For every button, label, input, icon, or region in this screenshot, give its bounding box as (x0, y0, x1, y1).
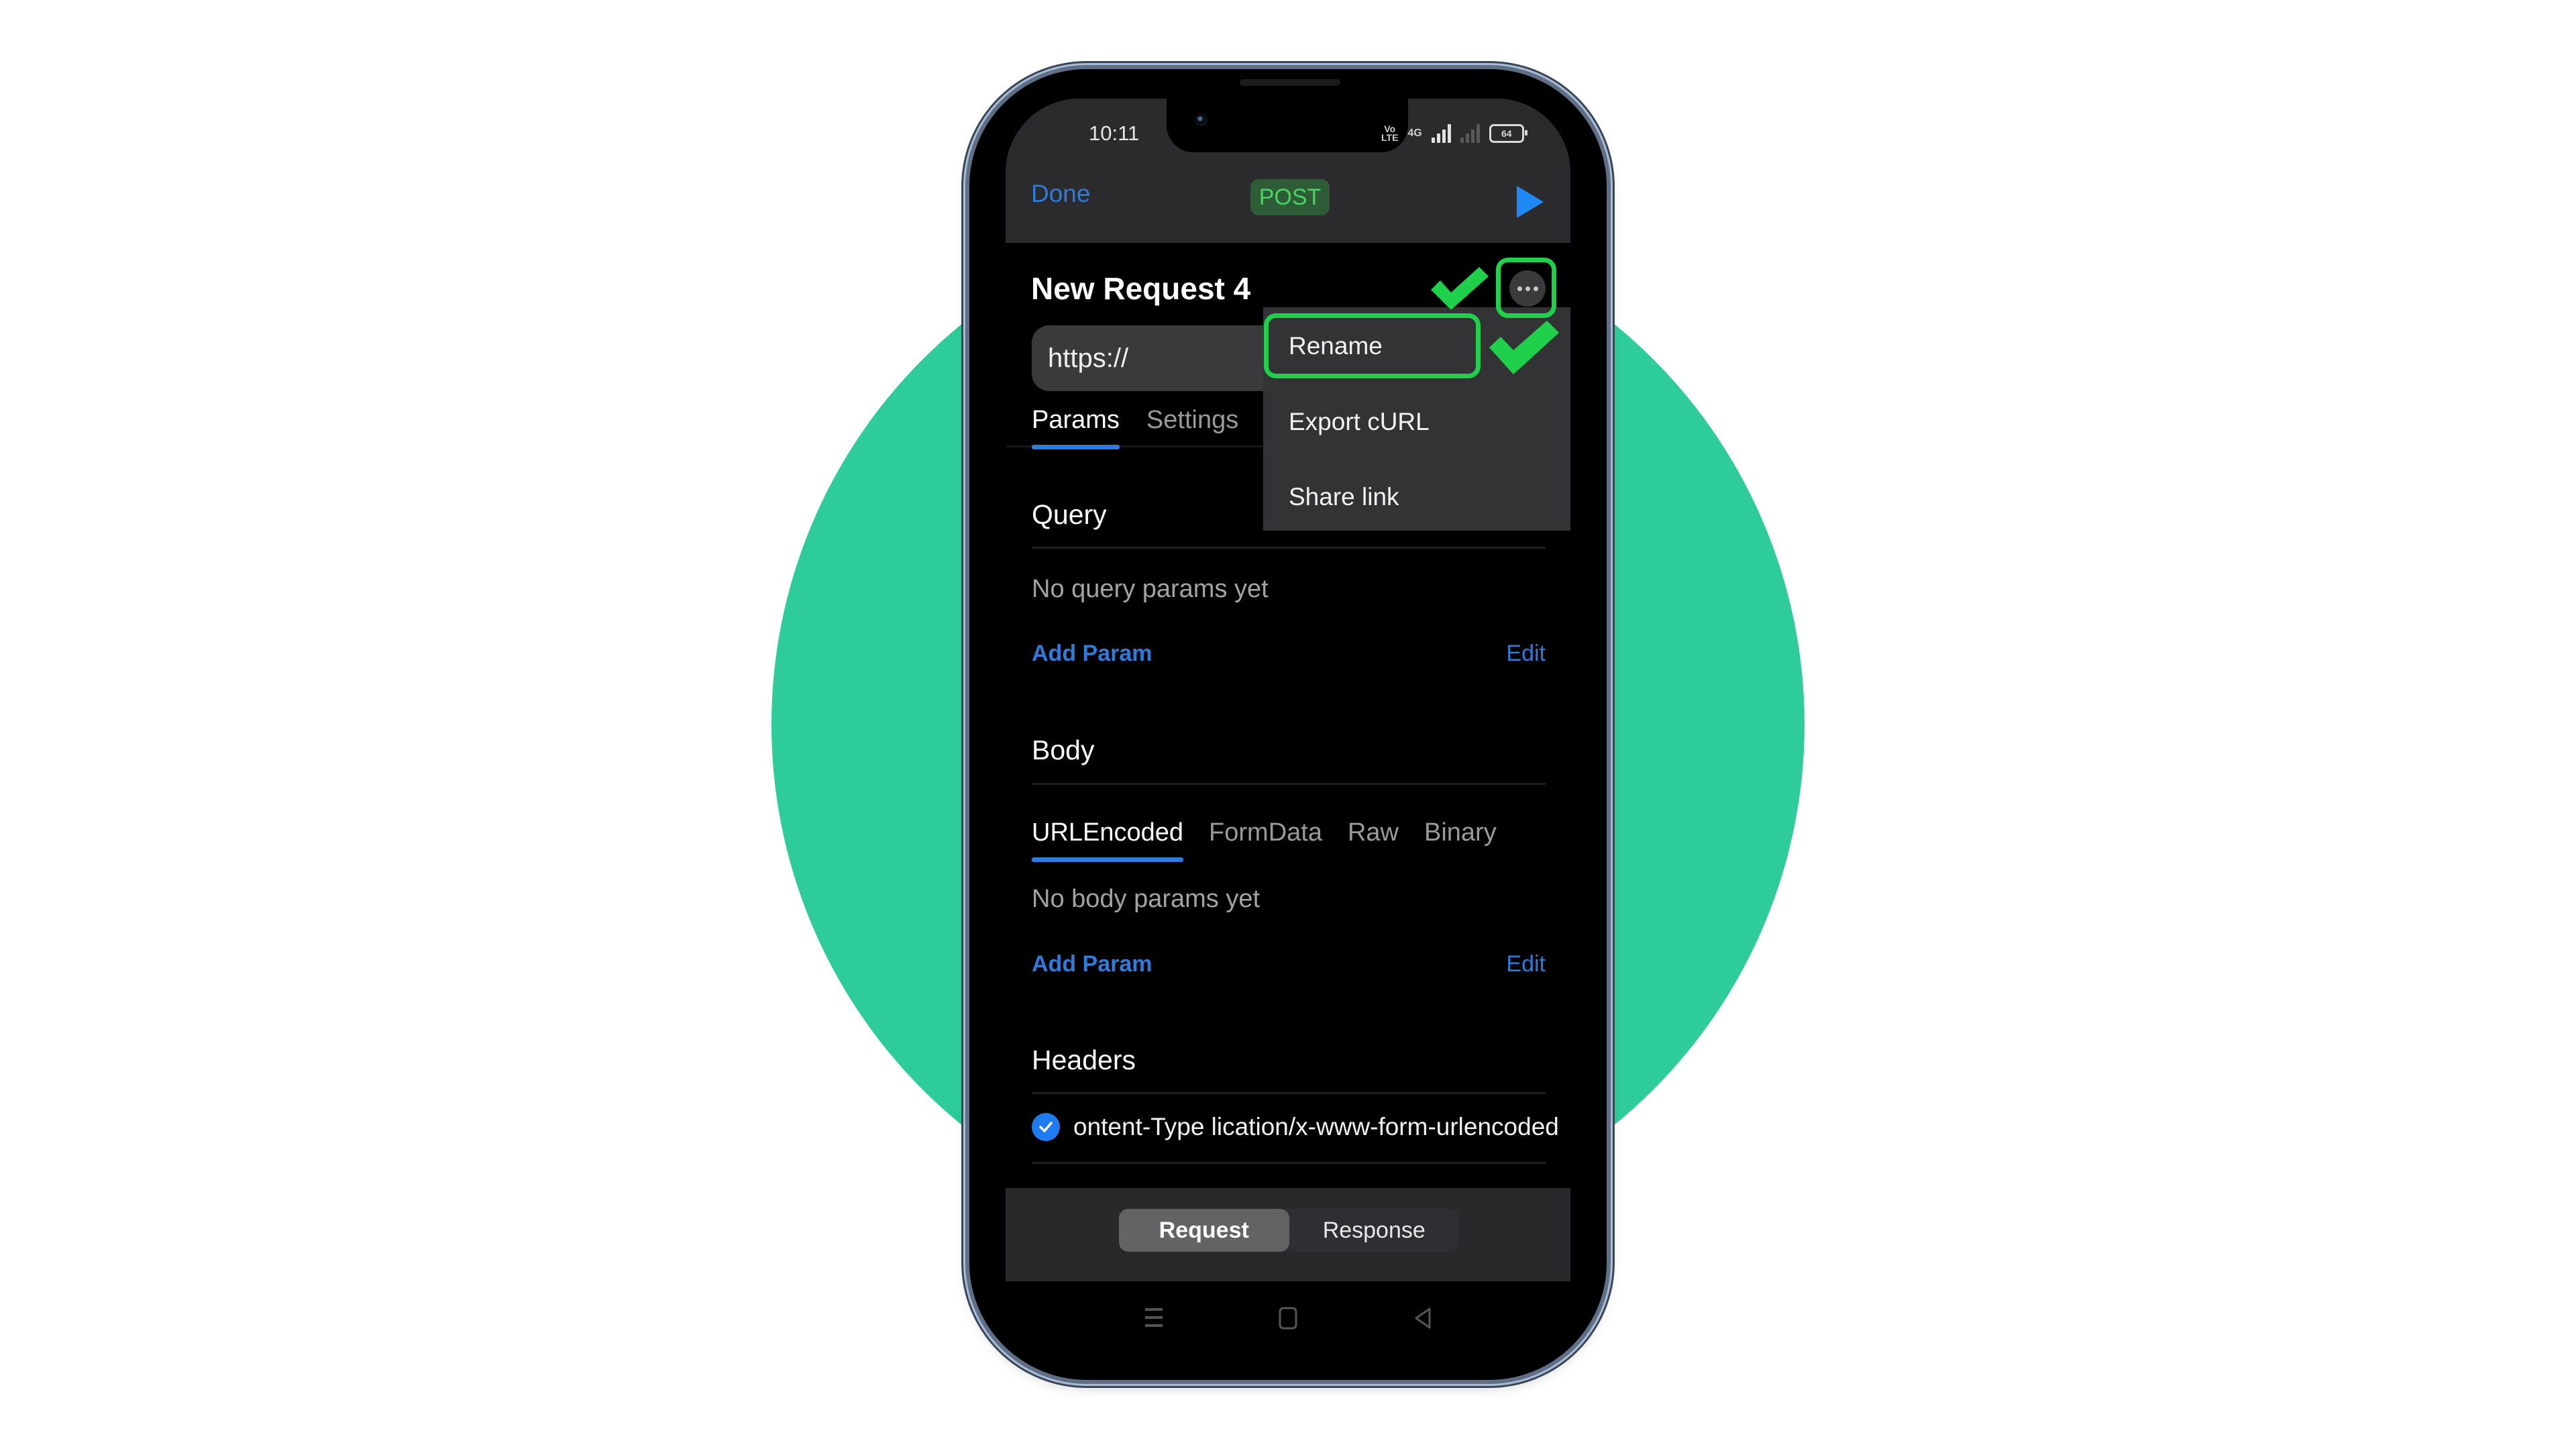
front-camera (1195, 113, 1208, 127)
phone-volume-up-button (963, 412, 969, 499)
query-add-param-link[interactable]: Add Param (1032, 641, 1152, 667)
recent-apps-icon[interactable] (1144, 1307, 1164, 1328)
phone-side-button (963, 327, 969, 370)
tab-binary[interactable]: Binary (1424, 818, 1497, 862)
home-icon[interactable] (1278, 1307, 1298, 1330)
body-divider (1032, 783, 1546, 785)
battery-icon: 64 (1489, 124, 1527, 143)
signal-no-service-icon (1460, 124, 1480, 143)
annotation-check-icon (1489, 321, 1559, 374)
top-bar: 10:11 Vo LTE 4G 64 Done POST (1006, 99, 1570, 243)
header-row-divider (1032, 1162, 1546, 1164)
query-edit-link[interactable]: Edit (1506, 641, 1546, 667)
body-title: Body (1032, 735, 1095, 765)
body-empty-text: No body params yet (1032, 885, 1260, 913)
tab-raw[interactable]: Raw (1348, 818, 1399, 862)
play-icon[interactable] (1517, 186, 1544, 218)
query-title: Query (1032, 499, 1107, 530)
bottom-bar: Request Response (1006, 1188, 1570, 1281)
phone-power-button (1607, 416, 1613, 543)
headers-divider (1032, 1092, 1546, 1094)
header-key-value[interactable]: ontent-Type lication/x-www-form-urlencod… (1073, 1113, 1559, 1141)
done-button[interactable]: Done (1031, 180, 1090, 208)
header-enabled-checkbox[interactable] (1032, 1113, 1060, 1141)
query-divider (1032, 547, 1546, 549)
tab-params[interactable]: Params (1032, 406, 1120, 449)
body-type-tabs: URLEncoded FormData Raw Binary (1032, 818, 1497, 862)
rename-highlight (1264, 313, 1481, 378)
headers-title: Headers (1032, 1044, 1136, 1075)
status-icons: Vo LTE 4G 64 (1381, 120, 1527, 147)
request-title: New Request 4 (1031, 271, 1251, 306)
annotation-check-icon (1431, 267, 1489, 310)
checkmark-icon (1039, 1122, 1053, 1132)
body-add-param-link[interactable]: Add Param (1032, 951, 1152, 977)
battery-level: 64 (1501, 128, 1512, 139)
request-response-toggle: Request Response (1119, 1209, 1459, 1252)
tab-settings[interactable]: Settings (1146, 406, 1238, 449)
tab-urlencoded[interactable]: URLEncoded (1032, 818, 1184, 862)
tab-formdata[interactable]: FormData (1209, 818, 1322, 862)
menu-item-share-link[interactable]: Share link (1289, 483, 1399, 511)
main-tabs: Params Settings (1032, 406, 1238, 449)
more-button-highlight (1496, 258, 1556, 318)
header-row: ontent-Type lication/x-www-form-urlencod… (1032, 1113, 1559, 1141)
menu-item-export-curl[interactable]: Export cURL (1289, 408, 1430, 436)
network-type-label: 4G (1407, 127, 1422, 139)
back-icon[interactable] (1413, 1307, 1432, 1330)
query-empty-text: No query params yet (1032, 575, 1269, 603)
body-edit-link[interactable]: Edit (1506, 951, 1546, 977)
signal-icon (1431, 124, 1451, 143)
system-nav-bar (1006, 1281, 1570, 1362)
method-selector[interactable]: POST (1250, 179, 1330, 215)
segment-request[interactable]: Request (1119, 1209, 1289, 1252)
volte-icon: Vo LTE (1381, 123, 1399, 143)
status-time: 10:11 (1089, 121, 1140, 145)
segment-response[interactable]: Response (1289, 1209, 1460, 1252)
phone-speaker (1240, 79, 1340, 86)
phone-volume-down-button (963, 523, 969, 607)
